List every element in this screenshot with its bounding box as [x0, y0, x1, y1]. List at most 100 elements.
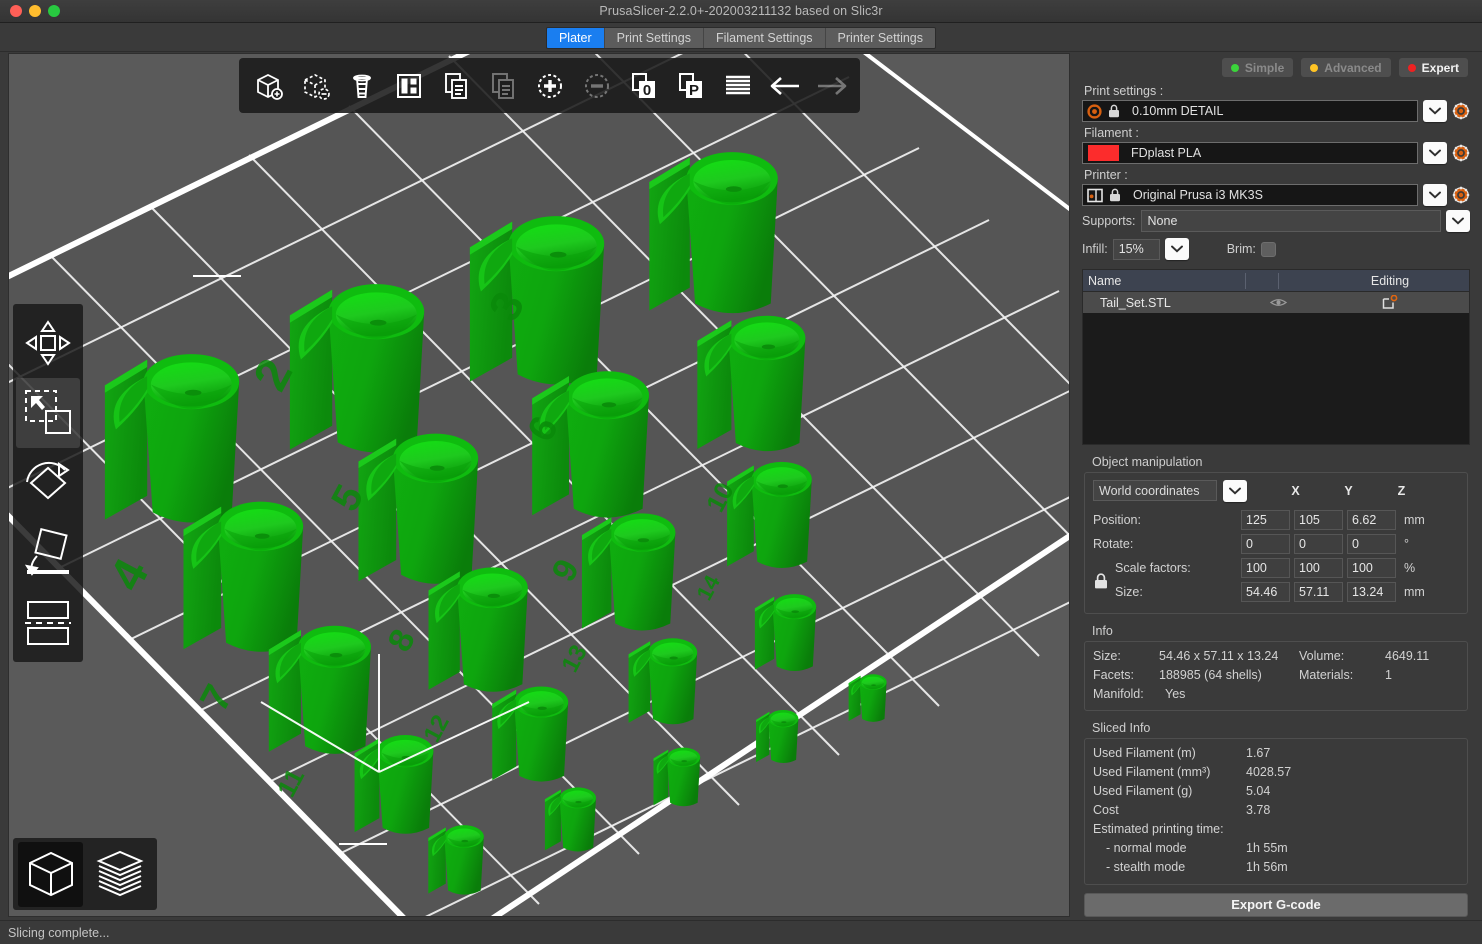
tab-print-settings[interactable]: Print Settings [604, 28, 704, 48]
stealth-mode-label: - stealth mode [1106, 859, 1186, 874]
brim-checkbox[interactable] [1260, 241, 1276, 257]
chevron-down-icon [1170, 245, 1183, 253]
model-instance[interactable] [289, 284, 425, 453]
print-settings-value: 0.10mm DETAIL [1132, 104, 1224, 118]
model-instance[interactable] [358, 433, 479, 584]
coordinate-system-dropdown[interactable] [1223, 479, 1247, 502]
supports-dropdown[interactable] [1446, 210, 1470, 232]
position-x-input[interactable]: 125 [1241, 509, 1290, 530]
coordinate-system-value[interactable]: World coordinates [1093, 480, 1217, 502]
scale-x-input[interactable]: 100 [1241, 557, 1290, 578]
model-label: 11 [271, 763, 310, 801]
model-instance[interactable] [649, 152, 778, 314]
export-gcode-button[interactable]: Export G-code [1084, 892, 1468, 917]
size-y-input[interactable]: 57.11 [1294, 581, 1343, 602]
position-z-input[interactable]: 6.62 [1347, 509, 1396, 530]
gizmo-toolbar[interactable] [13, 304, 83, 662]
used-filament-mm3-value: 4028.57 [1246, 764, 1292, 779]
sliced-row: - normal mode 1h 55m [1093, 839, 1459, 858]
model-instance[interactable] [756, 709, 799, 764]
size-z-input[interactable]: 13.24 [1347, 581, 1396, 602]
uniform-scale-lock-icon[interactable] [1094, 573, 1108, 589]
mode-simple-button[interactable]: Simple [1221, 58, 1294, 77]
model-label: 13 [556, 641, 592, 677]
scale-z-input[interactable]: 100 [1347, 557, 1396, 578]
model-instance[interactable] [183, 501, 304, 652]
model-instance[interactable] [581, 513, 676, 631]
arrange-icon[interactable] [386, 62, 431, 109]
model-instance[interactable] [653, 747, 701, 807]
rotate-z-input[interactable]: 0 [1347, 533, 1396, 554]
model-instance[interactable] [354, 734, 434, 834]
add-object-icon[interactable] [245, 62, 290, 109]
model-objects[interactable]: 4 2 3 5 6 7 8 9 10 11 12 13 14 [9, 54, 1070, 917]
filament-row: FDplast PLA [1080, 142, 1472, 164]
chevron-down-icon [1429, 107, 1441, 115]
infill-value[interactable]: 15% [1112, 238, 1160, 260]
delete-object-icon[interactable] [292, 62, 337, 109]
add-instance-icon[interactable] [527, 62, 572, 109]
filament-dropdown[interactable] [1423, 142, 1447, 164]
supports-value[interactable]: None [1140, 210, 1441, 232]
editing-icon-cell[interactable] [1311, 295, 1469, 310]
split-to-objects-icon[interactable]: 0 [621, 62, 666, 109]
print-settings-gear-icon[interactable] [1452, 102, 1470, 120]
filament-combo[interactable]: FDplast PLA [1082, 142, 1418, 164]
main-toolbar[interactable]: 0 P [239, 58, 860, 113]
undo-icon[interactable] [762, 62, 807, 109]
model-instance[interactable] [628, 638, 698, 725]
position-y-input[interactable]: 105 [1294, 509, 1343, 530]
tab-filament-settings[interactable]: Filament Settings [703, 28, 826, 48]
model-instance[interactable] [754, 594, 817, 671]
model-instance[interactable] [268, 625, 371, 754]
rotate-x-input[interactable]: 0 [1241, 533, 1290, 554]
printer-value: Original Prusa i3 MK3S [1133, 188, 1263, 202]
stealth-mode-value: 1h 56m [1246, 859, 1288, 874]
model-instance[interactable] [428, 825, 484, 895]
place-on-face-gizmo-icon[interactable] [16, 518, 80, 588]
scale-y-input[interactable]: 100 [1294, 557, 1343, 578]
paste-icon [480, 62, 525, 109]
size-x-input[interactable]: 54.46 [1241, 581, 1290, 602]
info-volume-label: Volume: [1299, 648, 1345, 663]
preview-view-icon[interactable] [87, 842, 152, 907]
model-instance[interactable] [428, 567, 528, 692]
split-to-parts-icon[interactable]: P [668, 62, 713, 109]
model-instance[interactable] [544, 787, 596, 852]
3d-viewport[interactable]: 4 2 3 5 6 7 8 9 10 11 12 13 14 0 P [8, 53, 1070, 917]
printer-combo[interactable]: Original Prusa i3 MK3S [1082, 184, 1418, 206]
model-instance[interactable] [697, 315, 806, 452]
model-instance[interactable] [848, 674, 887, 722]
size-unit: mm [1404, 584, 1425, 599]
scale-gizmo-icon[interactable] [16, 378, 80, 448]
copy-icon[interactable] [433, 62, 478, 109]
model-instance[interactable] [104, 354, 240, 523]
sliced-info-title: Sliced Info [1092, 720, 1151, 735]
printer-dropdown[interactable] [1423, 184, 1447, 206]
layers-icon[interactable] [715, 62, 760, 109]
tab-printer-settings[interactable]: Printer Settings [825, 28, 936, 48]
mode-expert-button[interactable]: Expert [1398, 58, 1468, 77]
filament-settings-gear-icon[interactable] [1452, 144, 1470, 162]
rotate-y-input[interactable]: 0 [1294, 533, 1343, 554]
editor-view-icon[interactable] [18, 841, 83, 907]
axis-y-header: Y [1344, 483, 1353, 498]
rotate-gizmo-icon[interactable] [16, 448, 80, 518]
infill-dropdown[interactable] [1164, 238, 1189, 260]
table-row[interactable]: Tail_Set.STL [1083, 292, 1469, 313]
cut-gizmo-icon[interactable] [16, 588, 80, 658]
model-instance[interactable] [492, 686, 569, 782]
supports-label: Supports: [1082, 214, 1136, 228]
visibility-toggle[interactable] [1245, 297, 1311, 308]
print-settings-dropdown[interactable] [1423, 100, 1447, 122]
view-switch-toolbar[interactable] [13, 838, 157, 910]
mode-selector[interactable]: Simple Advanced Expert [1080, 53, 1472, 80]
mode-advanced-button[interactable]: Advanced [1301, 58, 1391, 77]
tab-plater[interactable]: Plater [546, 28, 605, 48]
object-list[interactable]: Name Editing Tail_Set.STL [1082, 269, 1470, 445]
model-instance[interactable] [727, 461, 812, 569]
move-gizmo-icon[interactable] [16, 308, 80, 378]
printer-settings-gear-icon[interactable] [1452, 186, 1470, 204]
print-settings-combo[interactable]: 0.10mm DETAIL [1082, 100, 1418, 122]
delete-all-icon[interactable] [339, 62, 384, 109]
